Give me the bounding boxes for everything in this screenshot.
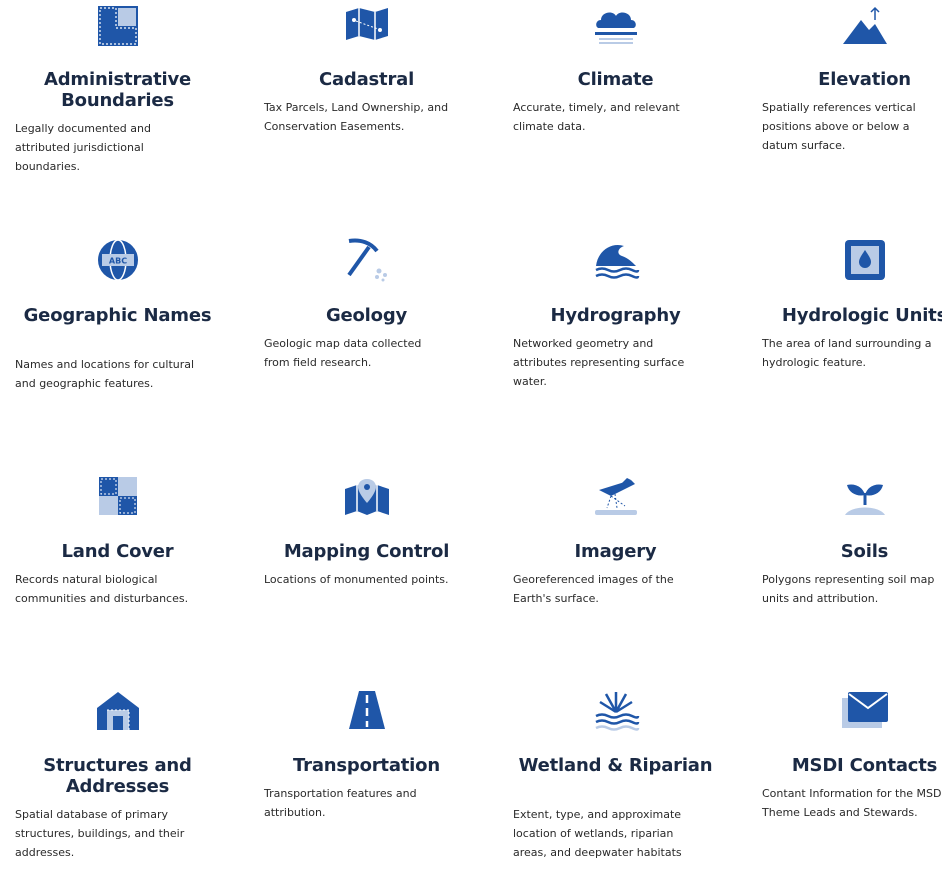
road-icon [249,686,484,734]
theme-title: Geographic Names [23,305,212,326]
theme-title: Mapping Control [283,541,450,562]
theme-description: Polygons representing soil map units and… [762,573,935,605]
theme-title: Climate [577,69,654,90]
sprout-icon [747,472,942,520]
theme-description: Georeferenced images of the Earth's surf… [513,573,674,605]
theme-description: The area of land surrounding a hydrologi… [762,337,932,369]
wetland-reeds-icon [498,686,733,734]
theme-card-imagery[interactable]: Imagery Georeferenced images of the Eart… [498,472,733,672]
theme-description: Spatial database of primary structures, … [15,808,185,859]
theme-card-climate[interactable]: Climate Accurate, timely, and relevant c… [498,0,733,200]
water-drop-frame-icon [747,236,942,284]
cloud-icon [498,2,733,50]
theme-card-structures-and-addresses[interactable]: Structures and Addresses Spatial databas… [0,686,235,878]
globe-abc-icon: ABC [0,236,235,284]
theme-card-geographic-names[interactable]: ABC Geographic Names Names and locations… [0,236,235,436]
theme-title: Wetland & Riparian [518,755,713,776]
theme-description: Accurate, timely, and relevant climate d… [513,101,680,133]
theme-grid: Administrative Boundaries Legally docume… [0,0,942,878]
theme-card-land-cover[interactable]: Land Cover Records natural biological co… [0,472,235,672]
theme-description: Extent, type, and approximate location o… [513,808,682,859]
theme-title: Elevation [818,69,911,90]
theme-description: Tax Parcels, Land Ownership, and Conserv… [264,101,449,133]
wave-icon [498,236,733,284]
theme-description: Contant Information for the MSDI Theme L… [762,787,942,819]
mountain-icon [747,2,942,50]
theme-title: Imagery [574,541,657,562]
theme-title: Hydrologic Units [781,305,942,326]
house-icon [0,686,235,734]
parcel-map-icon [249,0,484,48]
theme-description: Spatially references vertical positions … [762,101,916,152]
land-cover-tiles-icon [0,472,235,520]
theme-title: Geology [325,305,408,326]
theme-description: Geologic map data collected from field r… [264,337,422,369]
theme-title: MSDI Contacts [791,755,938,776]
theme-card-hydrography[interactable]: Hydrography Networked geometry and attri… [498,236,733,436]
theme-card-msdi-contacts[interactable]: MSDI Contacts Contant Information for th… [747,686,942,878]
theme-title: Cadastral [318,69,415,90]
theme-title: Structures and Addresses [43,755,192,797]
boundary-icon [0,2,235,50]
theme-card-hydrologic-units[interactable]: Hydrologic Units The area of land surrou… [747,236,942,436]
theme-title: Hydrography [550,305,681,326]
theme-card-wetland-riparian[interactable]: Wetland & Riparian Extent, type, and app… [498,686,733,878]
satellite-plane-icon [498,472,733,520]
theme-card-administrative-boundaries[interactable]: Administrative Boundaries Legally docume… [0,0,235,200]
map-pin-icon [249,474,484,522]
theme-description: Names and locations for cultural and geo… [15,358,195,390]
theme-description: Records natural biological communities a… [15,573,189,605]
theme-card-geology[interactable]: Geology Geologic map data collected from… [249,236,484,436]
svg-text:ABC: ABC [108,257,126,266]
envelope-icon [747,686,942,734]
theme-description: Transportation features and attribution. [264,787,417,819]
theme-card-mapping-control[interactable]: Mapping Control Locations of monumented … [249,472,484,672]
theme-card-soils[interactable]: Soils Polygons representing soil map uni… [747,472,942,672]
theme-card-cadastral[interactable]: Cadastral Tax Parcels, Land Ownership, a… [249,0,484,200]
theme-title: Transportation [293,755,440,776]
theme-description: Legally documented and attributed jurisd… [15,122,151,173]
theme-title: Administrative Boundaries [44,69,191,111]
theme-card-transportation[interactable]: Transportation Transportation features a… [249,686,484,878]
theme-description: Locations of monumented points. [264,573,449,586]
theme-description: Networked geometry and attributes repres… [513,337,685,388]
pickaxe-icon [249,236,484,284]
theme-title: Land Cover [61,541,174,562]
theme-card-elevation[interactable]: Elevation Spatially references vertical … [747,0,942,200]
theme-title: Soils [840,541,889,562]
